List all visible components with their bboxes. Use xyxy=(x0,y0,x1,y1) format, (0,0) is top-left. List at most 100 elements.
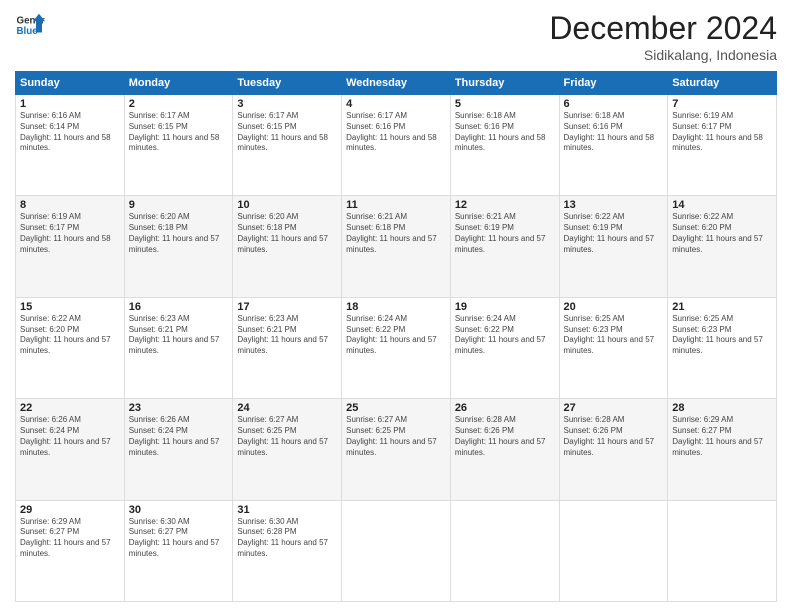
week-row-2: 8 Sunrise: 6:19 AM Sunset: 6:17 PM Dayli… xyxy=(16,196,777,297)
day-info: Sunrise: 6:28 AM Sunset: 6:26 PM Dayligh… xyxy=(455,415,555,458)
day-number: 13 xyxy=(564,199,664,211)
day-info: Sunrise: 6:30 AM Sunset: 6:27 PM Dayligh… xyxy=(129,517,229,560)
day-cell: 10 Sunrise: 6:20 AM Sunset: 6:18 PM Dayl… xyxy=(233,196,342,297)
day-info: Sunrise: 6:16 AM Sunset: 6:14 PM Dayligh… xyxy=(20,111,120,154)
col-header-sunday: Sunday xyxy=(16,72,125,95)
day-number: 28 xyxy=(672,402,772,414)
day-cell: 5 Sunrise: 6:18 AM Sunset: 6:16 PM Dayli… xyxy=(450,95,559,196)
col-header-friday: Friday xyxy=(559,72,668,95)
day-number: 14 xyxy=(672,199,772,211)
day-number: 4 xyxy=(346,98,446,110)
day-cell: 29 Sunrise: 6:29 AM Sunset: 6:27 PM Dayl… xyxy=(16,500,125,601)
day-cell: 4 Sunrise: 6:17 AM Sunset: 6:16 PM Dayli… xyxy=(342,95,451,196)
day-info: Sunrise: 6:19 AM Sunset: 6:17 PM Dayligh… xyxy=(20,212,120,255)
day-number: 27 xyxy=(564,402,664,414)
calendar-table: SundayMondayTuesdayWednesdayThursdayFrid… xyxy=(15,71,777,602)
col-header-tuesday: Tuesday xyxy=(233,72,342,95)
day-number: 22 xyxy=(20,402,120,414)
day-number: 7 xyxy=(672,98,772,110)
day-info: Sunrise: 6:25 AM Sunset: 6:23 PM Dayligh… xyxy=(564,314,664,357)
day-info: Sunrise: 6:28 AM Sunset: 6:26 PM Dayligh… xyxy=(564,415,664,458)
day-number: 18 xyxy=(346,301,446,313)
day-cell: 2 Sunrise: 6:17 AM Sunset: 6:15 PM Dayli… xyxy=(124,95,233,196)
day-cell: 24 Sunrise: 6:27 AM Sunset: 6:25 PM Dayl… xyxy=(233,399,342,500)
day-cell: 25 Sunrise: 6:27 AM Sunset: 6:25 PM Dayl… xyxy=(342,399,451,500)
day-cell xyxy=(559,500,668,601)
day-info: Sunrise: 6:22 AM Sunset: 6:20 PM Dayligh… xyxy=(672,212,772,255)
day-info: Sunrise: 6:27 AM Sunset: 6:25 PM Dayligh… xyxy=(346,415,446,458)
day-info: Sunrise: 6:23 AM Sunset: 6:21 PM Dayligh… xyxy=(237,314,337,357)
day-number: 6 xyxy=(564,98,664,110)
day-info: Sunrise: 6:30 AM Sunset: 6:28 PM Dayligh… xyxy=(237,517,337,560)
day-number: 5 xyxy=(455,98,555,110)
day-number: 30 xyxy=(129,504,229,516)
header: General Blue December 2024 Sidikalang, I… xyxy=(15,10,777,63)
svg-text:Blue: Blue xyxy=(17,26,39,37)
day-cell: 19 Sunrise: 6:24 AM Sunset: 6:22 PM Dayl… xyxy=(450,297,559,398)
day-cell: 1 Sunrise: 6:16 AM Sunset: 6:14 PM Dayli… xyxy=(16,95,125,196)
day-number: 8 xyxy=(20,199,120,211)
day-info: Sunrise: 6:21 AM Sunset: 6:19 PM Dayligh… xyxy=(455,212,555,255)
day-cell: 3 Sunrise: 6:17 AM Sunset: 6:15 PM Dayli… xyxy=(233,95,342,196)
day-cell: 17 Sunrise: 6:23 AM Sunset: 6:21 PM Dayl… xyxy=(233,297,342,398)
day-cell: 20 Sunrise: 6:25 AM Sunset: 6:23 PM Dayl… xyxy=(559,297,668,398)
logo: General Blue xyxy=(15,10,45,40)
day-number: 3 xyxy=(237,98,337,110)
week-row-3: 15 Sunrise: 6:22 AM Sunset: 6:20 PM Dayl… xyxy=(16,297,777,398)
day-number: 19 xyxy=(455,301,555,313)
day-cell: 8 Sunrise: 6:19 AM Sunset: 6:17 PM Dayli… xyxy=(16,196,125,297)
day-info: Sunrise: 6:25 AM Sunset: 6:23 PM Dayligh… xyxy=(672,314,772,357)
day-cell: 30 Sunrise: 6:30 AM Sunset: 6:27 PM Dayl… xyxy=(124,500,233,601)
day-number: 1 xyxy=(20,98,120,110)
day-cell: 16 Sunrise: 6:23 AM Sunset: 6:21 PM Dayl… xyxy=(124,297,233,398)
day-number: 29 xyxy=(20,504,120,516)
day-cell: 15 Sunrise: 6:22 AM Sunset: 6:20 PM Dayl… xyxy=(16,297,125,398)
day-number: 10 xyxy=(237,199,337,211)
day-cell xyxy=(342,500,451,601)
day-cell: 13 Sunrise: 6:22 AM Sunset: 6:19 PM Dayl… xyxy=(559,196,668,297)
col-header-monday: Monday xyxy=(124,72,233,95)
day-number: 11 xyxy=(346,199,446,211)
day-cell: 23 Sunrise: 6:26 AM Sunset: 6:24 PM Dayl… xyxy=(124,399,233,500)
day-cell: 6 Sunrise: 6:18 AM Sunset: 6:16 PM Dayli… xyxy=(559,95,668,196)
day-number: 20 xyxy=(564,301,664,313)
day-info: Sunrise: 6:18 AM Sunset: 6:16 PM Dayligh… xyxy=(455,111,555,154)
day-cell: 21 Sunrise: 6:25 AM Sunset: 6:23 PM Dayl… xyxy=(668,297,777,398)
day-number: 31 xyxy=(237,504,337,516)
day-number: 2 xyxy=(129,98,229,110)
day-info: Sunrise: 6:17 AM Sunset: 6:15 PM Dayligh… xyxy=(129,111,229,154)
day-cell: 14 Sunrise: 6:22 AM Sunset: 6:20 PM Dayl… xyxy=(668,196,777,297)
day-cell: 28 Sunrise: 6:29 AM Sunset: 6:27 PM Dayl… xyxy=(668,399,777,500)
day-number: 26 xyxy=(455,402,555,414)
day-cell: 11 Sunrise: 6:21 AM Sunset: 6:18 PM Dayl… xyxy=(342,196,451,297)
day-number: 16 xyxy=(129,301,229,313)
day-cell: 27 Sunrise: 6:28 AM Sunset: 6:26 PM Dayl… xyxy=(559,399,668,500)
day-number: 24 xyxy=(237,402,337,414)
week-row-4: 22 Sunrise: 6:26 AM Sunset: 6:24 PM Dayl… xyxy=(16,399,777,500)
day-info: Sunrise: 6:21 AM Sunset: 6:18 PM Dayligh… xyxy=(346,212,446,255)
day-info: Sunrise: 6:17 AM Sunset: 6:15 PM Dayligh… xyxy=(237,111,337,154)
day-info: Sunrise: 6:26 AM Sunset: 6:24 PM Dayligh… xyxy=(129,415,229,458)
day-number: 23 xyxy=(129,402,229,414)
day-info: Sunrise: 6:20 AM Sunset: 6:18 PM Dayligh… xyxy=(237,212,337,255)
day-number: 21 xyxy=(672,301,772,313)
day-cell: 7 Sunrise: 6:19 AM Sunset: 6:17 PM Dayli… xyxy=(668,95,777,196)
day-info: Sunrise: 6:20 AM Sunset: 6:18 PM Dayligh… xyxy=(129,212,229,255)
day-cell: 18 Sunrise: 6:24 AM Sunset: 6:22 PM Dayl… xyxy=(342,297,451,398)
col-header-thursday: Thursday xyxy=(450,72,559,95)
day-cell: 22 Sunrise: 6:26 AM Sunset: 6:24 PM Dayl… xyxy=(16,399,125,500)
day-number: 12 xyxy=(455,199,555,211)
week-row-5: 29 Sunrise: 6:29 AM Sunset: 6:27 PM Dayl… xyxy=(16,500,777,601)
day-info: Sunrise: 6:18 AM Sunset: 6:16 PM Dayligh… xyxy=(564,111,664,154)
day-info: Sunrise: 6:22 AM Sunset: 6:20 PM Dayligh… xyxy=(20,314,120,357)
day-info: Sunrise: 6:17 AM Sunset: 6:16 PM Dayligh… xyxy=(346,111,446,154)
day-cell: 12 Sunrise: 6:21 AM Sunset: 6:19 PM Dayl… xyxy=(450,196,559,297)
page: General Blue December 2024 Sidikalang, I… xyxy=(0,0,792,612)
day-cell: 31 Sunrise: 6:30 AM Sunset: 6:28 PM Dayl… xyxy=(233,500,342,601)
day-number: 9 xyxy=(129,199,229,211)
day-cell: 26 Sunrise: 6:28 AM Sunset: 6:26 PM Dayl… xyxy=(450,399,559,500)
day-cell xyxy=(668,500,777,601)
week-row-1: 1 Sunrise: 6:16 AM Sunset: 6:14 PM Dayli… xyxy=(16,95,777,196)
col-header-wednesday: Wednesday xyxy=(342,72,451,95)
day-info: Sunrise: 6:24 AM Sunset: 6:22 PM Dayligh… xyxy=(455,314,555,357)
